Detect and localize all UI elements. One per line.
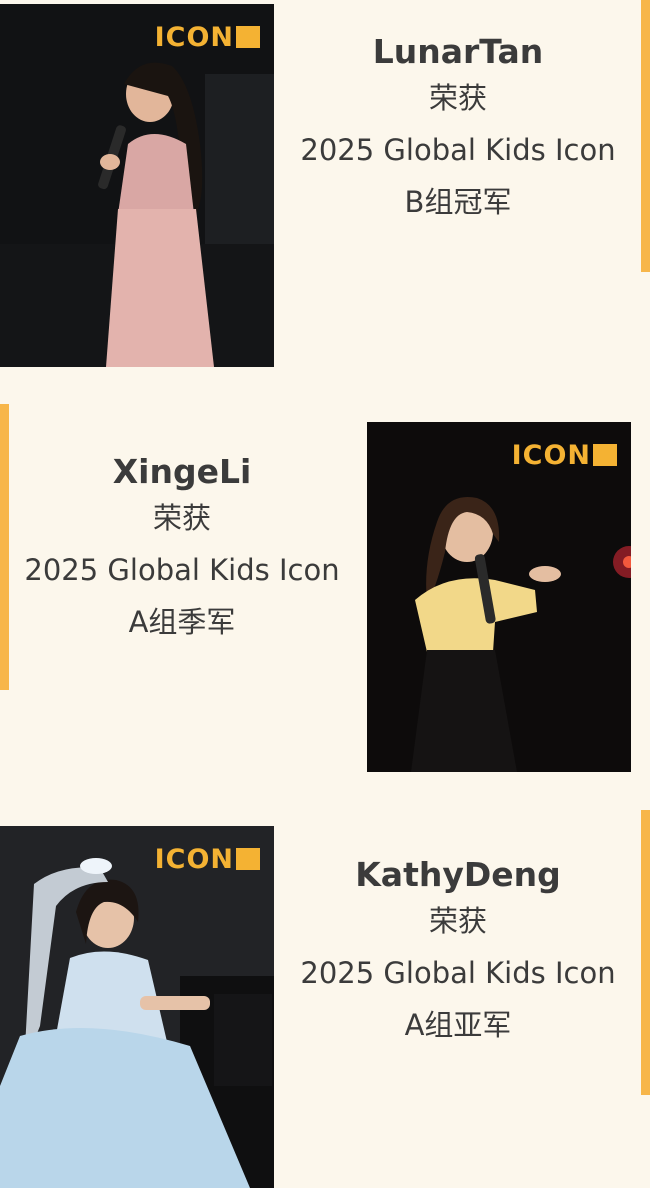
icon-logo: ICON: [155, 22, 260, 52]
singer-photo-illustration: [0, 4, 274, 367]
award-result: B组冠军: [404, 185, 512, 219]
performer-name: LunarTan: [372, 32, 544, 71]
performer-photo-kathydeng: ICON: [0, 826, 274, 1188]
singer-photo-illustration: [367, 422, 631, 772]
icon-logo: ICON: [512, 440, 617, 470]
event-name: 2025 Global Kids Icon: [24, 553, 340, 587]
award-prefix: 荣获: [428, 904, 487, 938]
pianist-photo-illustration: [0, 826, 274, 1188]
award-prefix: 荣获: [428, 81, 487, 115]
performer-photo-xingeli: ICON: [367, 422, 631, 772]
performer-name: KathyDeng: [355, 855, 561, 894]
event-name: 2025 Global Kids Icon: [300, 956, 616, 990]
card-text-xingeli: XingeLi 荣获 2025 Global Kids Icon A组季军: [2, 452, 362, 648]
award-result: A组亚军: [404, 1008, 512, 1042]
accent-bar-right-1: [641, 0, 650, 272]
card-text-kathydeng: KathyDeng 荣获 2025 Global Kids Icon A组亚军: [278, 855, 638, 1051]
performer-photo-lunartan: ICON: [0, 4, 274, 367]
card-text-lunartan: LunarTan 荣获 2025 Global Kids Icon B组冠军: [278, 32, 638, 228]
award-result: A组季军: [128, 605, 236, 639]
award-prefix: 荣获: [152, 501, 211, 535]
performer-name: XingeLi: [112, 452, 252, 491]
icon-logo: ICON: [155, 844, 260, 874]
accent-bar-right-3: [641, 810, 650, 1095]
event-name: 2025 Global Kids Icon: [300, 133, 616, 167]
